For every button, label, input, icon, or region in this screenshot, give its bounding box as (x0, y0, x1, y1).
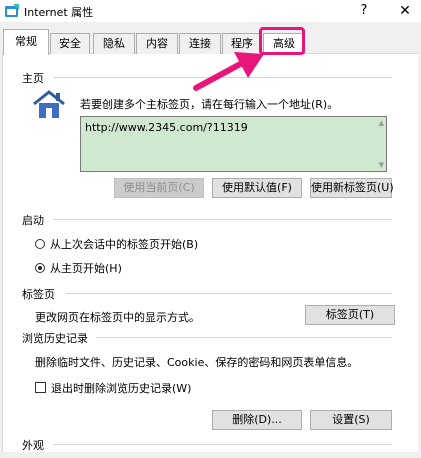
tab-general[interactable]: 常规 (3, 29, 49, 55)
homepage-radio[interactable] (35, 263, 45, 273)
internet-options-icon (4, 3, 20, 19)
tabs-description: 更改网页在标签页中的显示方式。 (35, 311, 200, 324)
homepage-url-textarea[interactable]: http://www.2345.com/?11319 ▲ ▼ (80, 116, 387, 172)
tab-privacy[interactable]: 隐私 (93, 33, 135, 54)
delete-on-exit-label[interactable]: 退出时删除浏览历史记录(W) (51, 380, 191, 396)
homepage-instruction: 若要创建多个主标签页，请在每行输入一个地址(R)。 (80, 98, 339, 111)
use-current-button[interactable]: 使用当前页(C) (114, 178, 204, 198)
last-session-label[interactable]: 从上次会话中的标签页开始(B) (50, 236, 198, 252)
close-button[interactable]: ✕ (391, 0, 419, 22)
use-default-button[interactable]: 使用默认值(F) (212, 178, 302, 198)
delete-on-exit-checkbox[interactable] (35, 382, 46, 393)
last-session-radio[interactable] (35, 239, 45, 249)
help-button[interactable]: ? (352, 1, 376, 21)
history-group-divider (96, 337, 392, 338)
tabs-group-divider (66, 293, 392, 294)
pointer-arrow-icon (190, 48, 270, 98)
window-title: Internet 属性 (24, 6, 94, 19)
homepage-url-value: http://www.2345.com/?11319 (85, 121, 248, 134)
history-group-label: 浏览历史记录 (22, 332, 88, 345)
tab-content[interactable]: 内容 (136, 33, 178, 54)
scroll-down-icon[interactable]: ▼ (379, 161, 384, 169)
startup-group-divider (54, 219, 392, 220)
scroll-up-icon[interactable]: ▲ (379, 119, 384, 127)
startup-group-label: 启动 (22, 214, 44, 227)
tabs-settings-button[interactable]: 标签页(T) (305, 305, 395, 325)
homepage-group-label: 主页 (22, 72, 44, 85)
delete-history-button[interactable]: 删除(D)... (212, 410, 302, 430)
tabs-group-label: 标签页 (22, 288, 55, 301)
house-icon (32, 89, 66, 121)
use-new-tab-button[interactable]: 使用新标签页(U) (310, 178, 394, 198)
homepage-radio-label[interactable]: 从主页开始(H) (50, 260, 122, 276)
history-description: 删除临时文件、历史记录、Cookie、保存的密码和网页表单信息。 (35, 356, 359, 369)
tab-security[interactable]: 安全 (50, 33, 90, 54)
